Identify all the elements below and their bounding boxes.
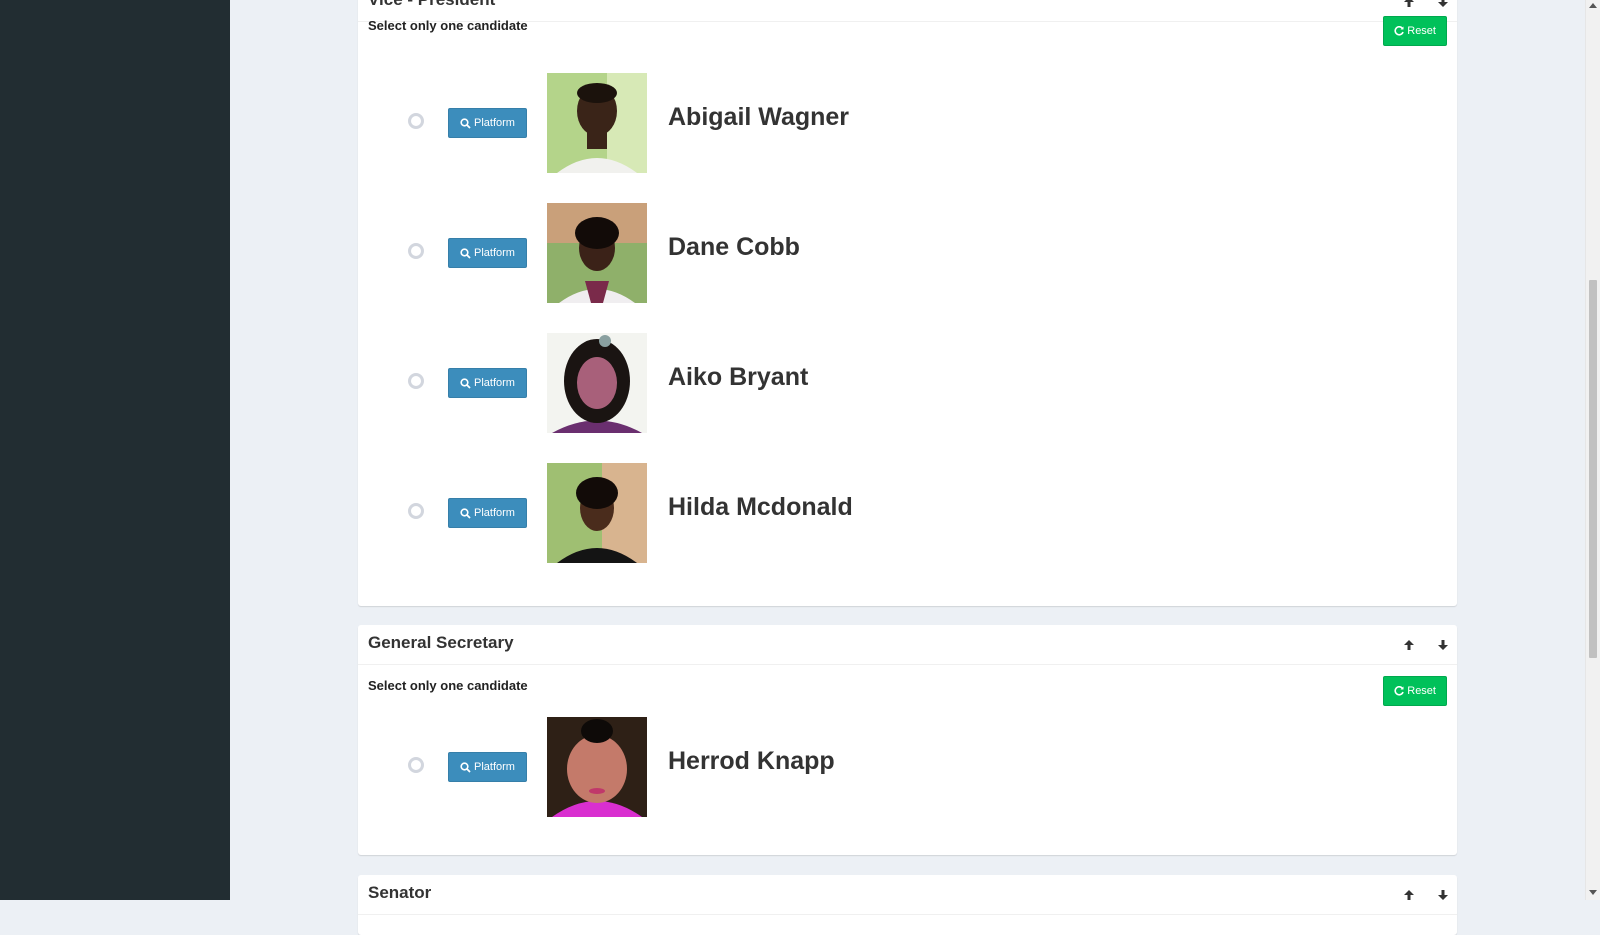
scroll-down-arrow[interactable]	[1589, 890, 1597, 895]
candidate-name: Dane Cobb	[668, 233, 800, 261]
candidate-row: Platform Abigail Wagner	[358, 73, 1457, 173]
scrollbar-thumb[interactable]	[1589, 280, 1597, 658]
platform-button[interactable]: Platform	[448, 752, 527, 782]
position-title: Senator	[368, 883, 432, 902]
reset-label: Reset	[1407, 685, 1436, 697]
candidate-photo	[547, 73, 647, 173]
reset-button[interactable]: Reset	[1383, 16, 1447, 46]
selection-instruction: Select only one candidate	[368, 18, 528, 33]
move-up-button[interactable]	[1398, 0, 1420, 13]
position-title: Vice - President	[368, 0, 495, 10]
move-up-button[interactable]	[1398, 634, 1420, 656]
search-icon	[460, 247, 471, 259]
box-header: General Secretary	[358, 625, 1457, 665]
candidate-radio[interactable]	[408, 503, 424, 519]
search-icon	[460, 377, 471, 389]
candidate-row: Platform Hilda Mcdonald	[358, 463, 1457, 563]
platform-label: Platform	[474, 377, 515, 389]
candidate-row: Platform Aiko Bryant	[358, 333, 1457, 433]
arrow-up-icon	[1404, 640, 1414, 650]
candidate-name: Abigail Wagner	[668, 103, 850, 131]
box-header: Senator	[358, 875, 1457, 915]
selection-instruction: Select only one candidate	[368, 678, 528, 693]
position-box-general-secretary: General Secretary Select only one candid…	[358, 625, 1457, 855]
search-icon	[460, 117, 471, 129]
candidate-radio[interactable]	[408, 373, 424, 389]
candidate-radio[interactable]	[408, 243, 424, 259]
candidate-name: Herrod Knapp	[668, 747, 835, 775]
move-down-button[interactable]	[1432, 634, 1454, 656]
candidate-radio[interactable]	[408, 757, 424, 773]
sidebar	[0, 0, 230, 900]
page-scrollbar[interactable]	[1585, 0, 1600, 900]
candidate-row: Platform Herrod Knapp	[358, 717, 1457, 817]
position-box-vice-president: Vice - President Select only one candida…	[358, 0, 1457, 606]
refresh-icon	[1394, 26, 1405, 36]
candidate-photo	[547, 203, 647, 303]
candidate-name: Aiko Bryant	[668, 363, 809, 391]
platform-button[interactable]: Platform	[448, 108, 527, 138]
candidate-name: Hilda Mcdonald	[668, 493, 853, 521]
platform-button[interactable]: Platform	[448, 238, 527, 268]
platform-button[interactable]: Platform	[448, 498, 527, 528]
scroll-up-arrow[interactable]	[1589, 3, 1597, 8]
arrow-down-icon	[1438, 0, 1448, 7]
platform-label: Platform	[474, 507, 515, 519]
search-icon	[460, 761, 471, 773]
candidate-row: Platform Dane Cobb	[358, 203, 1457, 303]
platform-button[interactable]: Platform	[448, 368, 527, 398]
reset-button[interactable]: Reset	[1383, 676, 1447, 706]
candidate-photo	[547, 717, 647, 817]
platform-label: Platform	[474, 247, 515, 259]
platform-label: Platform	[474, 117, 515, 129]
search-icon	[460, 507, 471, 519]
position-box-senator: Senator	[358, 875, 1457, 935]
candidate-photo	[547, 333, 647, 433]
move-down-button[interactable]	[1432, 884, 1454, 906]
refresh-icon	[1394, 686, 1405, 696]
candidate-photo	[547, 463, 647, 563]
candidate-radio[interactable]	[408, 113, 424, 129]
reset-label: Reset	[1407, 25, 1436, 37]
move-down-button[interactable]	[1432, 0, 1454, 13]
position-title: General Secretary	[368, 633, 514, 652]
platform-label: Platform	[474, 761, 515, 773]
arrow-up-icon	[1404, 890, 1414, 900]
move-up-button[interactable]	[1398, 884, 1420, 906]
arrow-down-icon	[1438, 890, 1448, 900]
arrow-up-icon	[1404, 0, 1414, 7]
arrow-down-icon	[1438, 640, 1448, 650]
